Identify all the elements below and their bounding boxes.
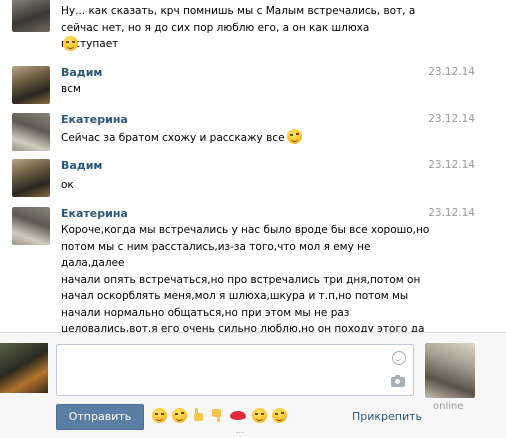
- message-text: Короче,когда мы встречались у нас было в…: [61, 222, 431, 338]
- message-author[interactable]: Вадим: [61, 66, 102, 79]
- message-date[interactable]: 23.12.14: [428, 159, 475, 171]
- message-text: ок: [61, 179, 74, 191]
- camera-icon[interactable]: [391, 375, 405, 387]
- message-author[interactable]: Вадим: [61, 159, 102, 172]
- friend-avatar[interactable]: [425, 343, 475, 398]
- thumbs-down-emoji-icon[interactable]: [211, 408, 223, 422]
- smile-picker-icon[interactable]: [392, 351, 406, 365]
- message-author[interactable]: Екатерина: [61, 207, 128, 220]
- message-date[interactable]: 23.12.14: [428, 66, 475, 78]
- message-text: Сейчас за братом схожу и расскажу все: [61, 129, 421, 147]
- kiss-lips-emoji-icon[interactable]: [230, 411, 246, 420]
- avatar[interactable]: [12, 159, 50, 197]
- message-date[interactable]: 23.12.14: [428, 207, 475, 219]
- message-text: Ну... как сказать, крч помнишь мы с Малы…: [61, 5, 416, 50]
- smile-emoji-icon: [63, 36, 78, 51]
- blush-emoji-icon[interactable]: [172, 408, 187, 423]
- wink-emoji-icon: [286, 129, 302, 144]
- smirk-emoji-icon[interactable]: [272, 408, 287, 423]
- avatar[interactable]: [12, 0, 50, 32]
- message-input[interactable]: [56, 344, 414, 396]
- message-date[interactable]: 23.12.14: [428, 113, 475, 125]
- message-text: всм: [61, 83, 81, 95]
- avatar[interactable]: [12, 207, 50, 245]
- send-button[interactable]: Отправить: [56, 404, 144, 430]
- message-history: Ну... как сказать, крч помнишь мы с Малы…: [0, 0, 506, 338]
- attach-link[interactable]: Прикрепить: [352, 410, 422, 423]
- smile-emoji-icon[interactable]: [152, 408, 167, 423]
- divider: [236, 432, 244, 436]
- my-avatar[interactable]: [0, 343, 48, 393]
- message-composer: online Отправить Прикрепить: [0, 332, 506, 438]
- friend-online-status: online: [433, 401, 464, 412]
- avatar[interactable]: [12, 66, 50, 104]
- sad-emoji-icon[interactable]: [252, 408, 267, 423]
- avatar[interactable]: [12, 113, 50, 151]
- thumbs-up-emoji-icon[interactable]: [192, 408, 204, 422]
- message-author[interactable]: Екатерина: [61, 113, 128, 126]
- emoji-quick-bar: [152, 408, 292, 424]
